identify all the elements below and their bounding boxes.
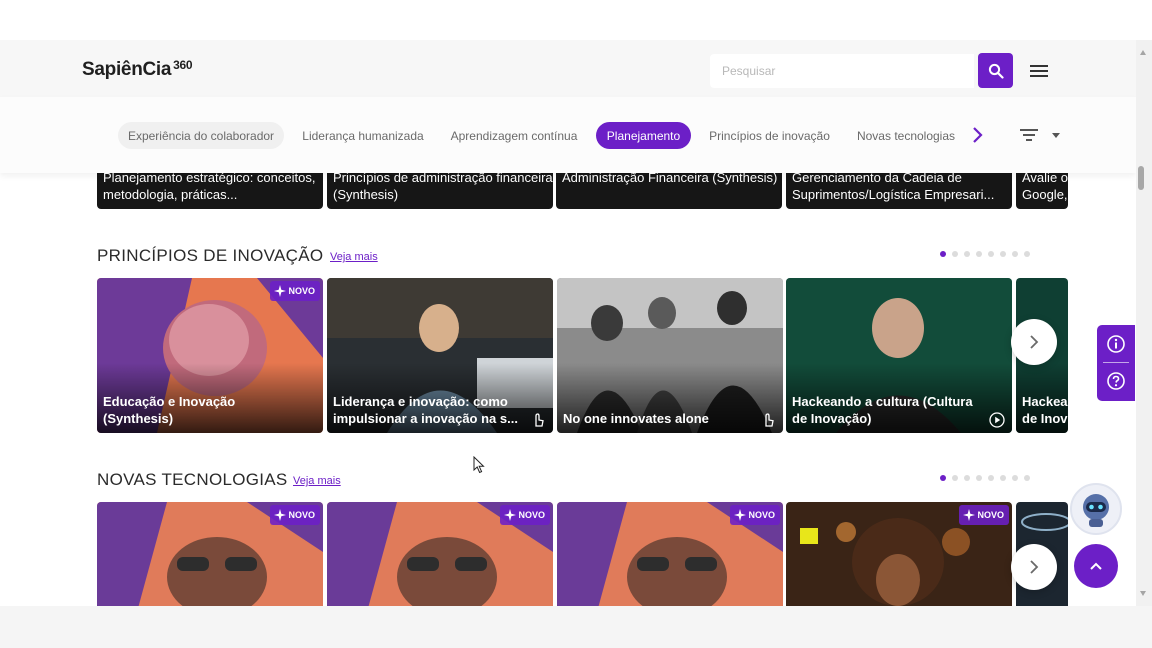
- card-title: Hackea de Inov: [1022, 394, 1068, 426]
- logo-text: SapiênCia: [82, 59, 172, 80]
- carousel-dot[interactable]: [1024, 251, 1030, 257]
- card-title: Educação e Inovação (Synthesis): [103, 394, 236, 426]
- badge-label: NOVO: [288, 510, 315, 520]
- chevron-right-icon: [1030, 560, 1039, 574]
- new-badge: NOVO: [270, 281, 320, 301]
- menu-button[interactable]: [1028, 61, 1050, 81]
- category-tabs: Experiência do colaborador Liderança hum…: [0, 97, 1136, 173]
- section-title-inovacao: PRINCÍPIOS DE INOVAÇÃO: [97, 246, 324, 265]
- sparkle-icon: [274, 285, 287, 297]
- course-card[interactable]: NOVO: [327, 502, 553, 606]
- tab-aprendizagem[interactable]: Aprendizagem contínua: [442, 122, 586, 149]
- search-input[interactable]: [710, 54, 974, 88]
- chevron-right-icon[interactable]: [968, 125, 988, 145]
- new-badge: NOVO: [730, 505, 780, 525]
- scroll-up-arrow[interactable]: [1140, 50, 1146, 55]
- info-icon[interactable]: [1106, 334, 1126, 354]
- sparkle-icon: [734, 509, 747, 521]
- carousel-dot[interactable]: [964, 475, 970, 481]
- chevron-right-icon: [1030, 335, 1039, 349]
- carousel-dots: [940, 251, 1030, 257]
- carousel-next-button[interactable]: [1011, 319, 1057, 365]
- tab-novas-tecnologias[interactable]: Novas tecnologias: [848, 122, 964, 149]
- course-card[interactable]: No one innovates alone: [557, 278, 783, 433]
- scroll-thumb[interactable]: [1138, 166, 1144, 190]
- carousel-dot[interactable]: [976, 251, 982, 257]
- touch-icon: [535, 413, 544, 427]
- carousel-dot[interactable]: [940, 251, 946, 257]
- carousel-dot[interactable]: [952, 251, 958, 257]
- scroll-down-arrow[interactable]: [1140, 591, 1146, 596]
- app-viewport: SapiênCia360 Planejamento estratégico: c…: [0, 40, 1152, 606]
- carousel-dot[interactable]: [1012, 475, 1018, 481]
- carousel-dot[interactable]: [976, 475, 982, 481]
- vertical-scrollbar[interactable]: [1136, 40, 1152, 606]
- course-card[interactable]: NOVO: [557, 502, 783, 606]
- chatbot-button[interactable]: [1070, 483, 1122, 535]
- carousel-dot[interactable]: [952, 475, 958, 481]
- help-icon[interactable]: [1106, 371, 1126, 391]
- new-badge: NOVO: [500, 505, 550, 525]
- card-title: No one innovates alone: [563, 411, 709, 426]
- logo[interactable]: SapiênCia 360: [82, 58, 193, 81]
- hamburger-menu-icon: [1030, 65, 1048, 77]
- sparkle-icon: [274, 509, 287, 521]
- card-title: Hackeando a cultura (Cultura de Inovação…: [792, 394, 973, 426]
- chevron-up-icon: [1090, 562, 1102, 570]
- carousel-dot[interactable]: [1024, 475, 1030, 481]
- back-to-top-button[interactable]: [1074, 544, 1118, 588]
- badge-label: NOVO: [518, 510, 545, 520]
- carousel-dot[interactable]: [1000, 251, 1006, 257]
- window-top-band: [0, 0, 1152, 40]
- mouse-cursor-icon: [473, 456, 485, 474]
- course-card[interactable]: NOVO: [786, 502, 1012, 606]
- carousel-dot[interactable]: [1000, 475, 1006, 481]
- divider: [1103, 362, 1129, 363]
- play-icon: [989, 412, 1005, 428]
- course-card[interactable]: NOVO: [97, 502, 323, 606]
- carousel-next-button[interactable]: [1011, 544, 1057, 590]
- carousel-dot[interactable]: [988, 251, 994, 257]
- sparkle-icon: [504, 509, 517, 521]
- tab-lideranca[interactable]: Liderança humanizada: [294, 122, 432, 149]
- prev-card-title: Gerenciamento da Cadeia de Suprimentos/L…: [792, 170, 995, 202]
- new-badge: NOVO: [959, 505, 1009, 525]
- tab-principios[interactable]: Princípios de inovação: [701, 122, 838, 149]
- tab-planejamento[interactable]: Planejamento: [596, 122, 691, 149]
- course-card[interactable]: Hackeando a cultura (Cultura de Inovação…: [786, 278, 1012, 433]
- window-bottom-band: [0, 606, 1152, 648]
- robot-icon: [1083, 494, 1109, 527]
- side-help-panel: [1097, 325, 1135, 401]
- section-title-tecnologias: NOVAS TECNOLOGIAS: [97, 470, 288, 489]
- see-more-link[interactable]: Veja mais: [293, 475, 341, 487]
- card-title: Liderança e inovação: como impulsionar a…: [333, 394, 518, 426]
- prev-card-title: Planejamento estratégico: conceitos, met…: [103, 170, 316, 202]
- course-card[interactable]: NOVO Educação e Inovação (Synthesis): [97, 278, 323, 433]
- search-button[interactable]: [978, 53, 1013, 88]
- carousel-dot[interactable]: [964, 251, 970, 257]
- new-badge: NOVO: [270, 505, 320, 525]
- badge-label: NOVO: [288, 286, 315, 296]
- filter-sort-icon[interactable]: [1018, 125, 1062, 145]
- tab-experiencia[interactable]: Experiência do colaborador: [118, 122, 284, 149]
- touch-icon: [765, 413, 774, 427]
- carousel-dot[interactable]: [988, 475, 994, 481]
- carousel-dot[interactable]: [1012, 251, 1018, 257]
- prev-card-title: Avalie o Google,: [1022, 170, 1068, 202]
- badge-label: NOVO: [748, 510, 775, 520]
- carousel-dots: [940, 475, 1030, 481]
- badge-label: NOVO: [977, 510, 1004, 520]
- header: SapiênCia 360: [0, 40, 1136, 97]
- sparkle-icon: [963, 509, 976, 521]
- prev-card-title: Princípios de administração financeira (…: [333, 170, 553, 202]
- see-more-link[interactable]: Veja mais: [330, 251, 378, 263]
- carousel-dot[interactable]: [940, 475, 946, 481]
- logo-suffix: 360: [173, 58, 193, 72]
- search-icon: [988, 63, 1004, 79]
- course-card[interactable]: Liderança e inovação: como impulsionar a…: [327, 278, 553, 433]
